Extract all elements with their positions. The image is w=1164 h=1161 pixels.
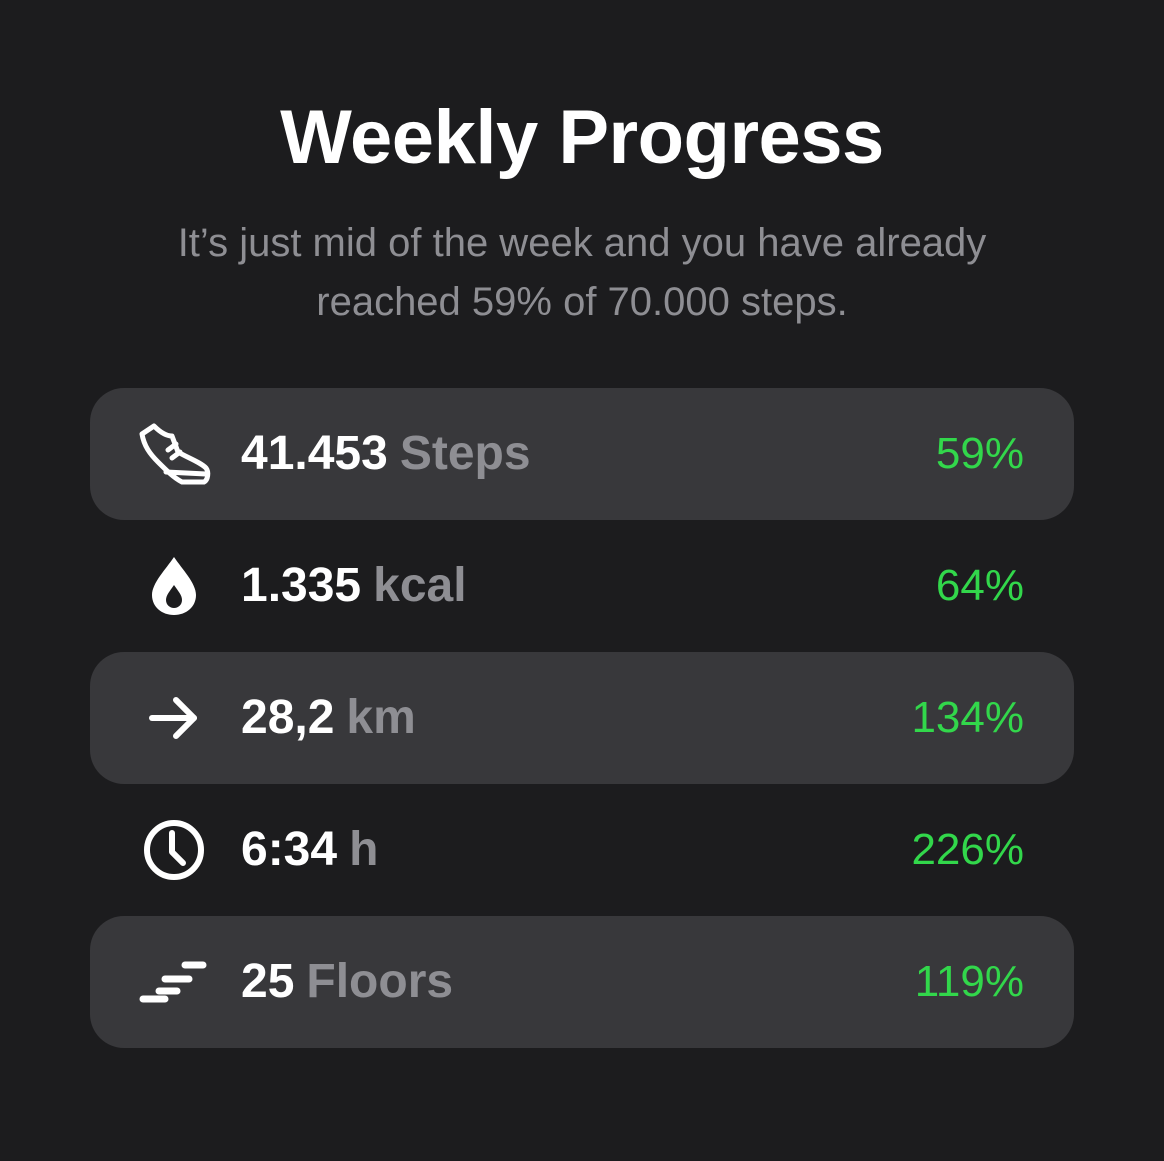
metric-unit: kcal xyxy=(373,559,467,612)
clock-icon xyxy=(136,812,212,888)
metric-value-steps: 41.453 Steps xyxy=(241,388,531,520)
metric-row-distance[interactable]: 28,2 km 134% xyxy=(90,652,1074,784)
arrow-right-icon xyxy=(136,680,212,756)
metric-unit: h xyxy=(349,823,379,876)
metric-percent: 134% xyxy=(911,693,1024,742)
metric-number: 28,2 xyxy=(241,691,335,744)
weekly-progress-screen: Weekly Progress It’s just mid of the wee… xyxy=(0,0,1164,1161)
metric-row-kcal[interactable]: 1.335 kcal 64% xyxy=(90,520,1074,652)
metric-value-time: 6:34 h xyxy=(241,784,378,916)
metric-percent: 59% xyxy=(935,429,1024,478)
stairs-icon xyxy=(136,944,212,1020)
metric-percent: 119% xyxy=(914,957,1024,1006)
metric-row-floors[interactable]: 25 Floors 119% xyxy=(90,916,1074,1048)
metric-value-kcal: 1.335 kcal xyxy=(241,520,467,652)
page-subtitle: It’s just mid of the week and you have a… xyxy=(177,221,987,324)
metric-number: 25 xyxy=(241,955,295,1008)
sneaker-icon xyxy=(136,416,212,492)
metric-number: 6:34 xyxy=(241,823,338,876)
metric-number: 1.335 xyxy=(241,559,362,612)
metric-unit: Steps xyxy=(399,427,531,480)
metric-percent: 226% xyxy=(911,825,1024,874)
metric-number: 41.453 xyxy=(241,427,388,480)
drop-icon xyxy=(136,548,212,624)
metric-percent: 64% xyxy=(935,561,1024,610)
metric-row-steps[interactable]: 41.453 Steps 59% xyxy=(90,388,1074,520)
metric-value-distance: 28,2 km xyxy=(241,652,416,784)
metrics-list: 41.453 Steps 59% 1.335 kcal 64% 28,2 km 134 xyxy=(90,388,1074,1048)
metric-value-floors: 25 Floors xyxy=(241,916,453,1048)
metric-unit: km xyxy=(346,691,416,744)
metric-unit: Floors xyxy=(306,955,454,1008)
page-title: Weekly Progress xyxy=(280,95,884,180)
metric-row-time[interactable]: 6:34 h 226% xyxy=(90,784,1074,916)
